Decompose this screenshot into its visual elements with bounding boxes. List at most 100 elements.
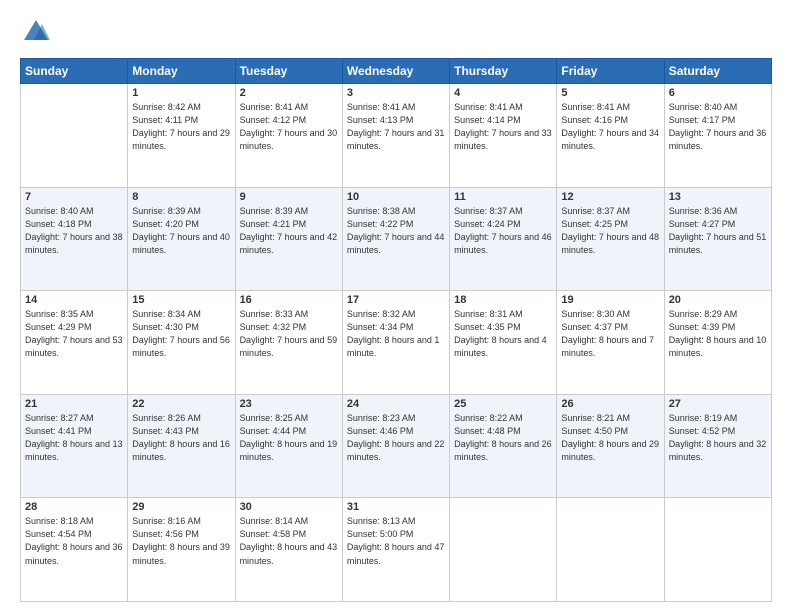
calendar-table: SundayMondayTuesdayWednesdayThursdayFrid…	[20, 58, 772, 602]
calendar-cell: 2 Sunrise: 8:41 AMSunset: 4:12 PMDaylight…	[235, 84, 342, 188]
day-info: Sunrise: 8:37 AMSunset: 4:25 PMDaylight:…	[561, 205, 659, 257]
calendar-cell: 11 Sunrise: 8:37 AMSunset: 4:24 PMDayligh…	[450, 187, 557, 291]
day-number: 3	[347, 87, 445, 99]
calendar-cell: 16 Sunrise: 8:33 AMSunset: 4:32 PMDayligh…	[235, 291, 342, 395]
header	[20, 16, 772, 48]
day-number: 12	[561, 191, 659, 203]
calendar-week-row: 14Sunrise: 8:35 AMSunset: 4:29 PMDayligh…	[21, 291, 772, 395]
calendar-cell: 6 Sunrise: 8:40 AMSunset: 4:17 PMDaylight…	[664, 84, 771, 188]
weekday-header: Tuesday	[235, 59, 342, 84]
day-info: Sunrise: 8:21 AMSunset: 4:50 PMDaylight:…	[561, 412, 659, 464]
day-number: 4	[454, 87, 552, 99]
day-number: 13	[669, 191, 767, 203]
day-info: Sunrise: 8:39 AMSunset: 4:21 PMDaylight:…	[240, 205, 338, 257]
calendar-week-row: 1Sunrise: 8:42 AMSunset: 4:11 PMDaylight…	[21, 84, 772, 188]
day-info: Sunrise: 8:38 AMSunset: 4:22 PMDaylight:…	[347, 205, 445, 257]
day-number: 22	[132, 398, 230, 410]
calendar-cell: 1Sunrise: 8:42 AMSunset: 4:11 PMDaylight…	[128, 84, 235, 188]
calendar-cell	[21, 84, 128, 188]
day-info: Sunrise: 8:29 AMSunset: 4:39 PMDaylight:…	[669, 308, 767, 360]
day-info: Sunrise: 8:22 AMSunset: 4:48 PMDaylight:…	[454, 412, 552, 464]
day-info: Sunrise: 8:34 AMSunset: 4:30 PMDaylight:…	[132, 308, 230, 360]
calendar-cell: 12 Sunrise: 8:37 AMSunset: 4:25 PMDayligh…	[557, 187, 664, 291]
calendar-cell: 13Sunrise: 8:36 AMSunset: 4:27 PMDayligh…	[664, 187, 771, 291]
day-number: 21	[25, 398, 123, 410]
weekday-header: Sunday	[21, 59, 128, 84]
day-number: 2	[240, 87, 338, 99]
calendar-cell: 9 Sunrise: 8:39 AMSunset: 4:21 PMDaylight…	[235, 187, 342, 291]
logo	[20, 16, 56, 48]
calendar-cell: 7Sunrise: 8:40 AMSunset: 4:18 PMDaylight…	[21, 187, 128, 291]
day-number: 16	[240, 294, 338, 306]
calendar-cell: 24 Sunrise: 8:23 AMSunset: 4:46 PMDayligh…	[342, 394, 449, 498]
day-number: 7	[25, 191, 123, 203]
calendar-cell: 18 Sunrise: 8:31 AMSunset: 4:35 PMDayligh…	[450, 291, 557, 395]
calendar-cell: 22 Sunrise: 8:26 AMSunset: 4:43 PMDayligh…	[128, 394, 235, 498]
day-info: Sunrise: 8:41 AMSunset: 4:16 PMDaylight:…	[561, 101, 659, 153]
day-number: 30	[240, 501, 338, 513]
calendar-cell: 4 Sunrise: 8:41 AMSunset: 4:14 PMDaylight…	[450, 84, 557, 188]
calendar-cell	[557, 498, 664, 602]
calendar-cell: 19 Sunrise: 8:30 AMSunset: 4:37 PMDayligh…	[557, 291, 664, 395]
day-info: Sunrise: 8:23 AMSunset: 4:46 PMDaylight:…	[347, 412, 445, 464]
calendar-cell: 28 Sunrise: 8:18 AMSunset: 4:54 PMDayligh…	[21, 498, 128, 602]
day-number: 10	[347, 191, 445, 203]
day-info: Sunrise: 8:18 AMSunset: 4:54 PMDaylight:…	[25, 515, 123, 567]
day-info: Sunrise: 8:16 AMSunset: 4:56 PMDaylight:…	[132, 515, 230, 567]
day-number: 24	[347, 398, 445, 410]
calendar-cell: 23 Sunrise: 8:25 AMSunset: 4:44 PMDayligh…	[235, 394, 342, 498]
day-info: Sunrise: 8:33 AMSunset: 4:32 PMDaylight:…	[240, 308, 338, 360]
day-number: 26	[561, 398, 659, 410]
day-info: Sunrise: 8:41 AMSunset: 4:14 PMDaylight:…	[454, 101, 552, 153]
calendar-cell: 31 Sunrise: 8:13 AMSunset: 5:00 PMDayligh…	[342, 498, 449, 602]
day-number: 11	[454, 191, 552, 203]
day-info: Sunrise: 8:31 AMSunset: 4:35 PMDaylight:…	[454, 308, 552, 360]
weekday-header: Monday	[128, 59, 235, 84]
logo-icon	[20, 16, 52, 48]
calendar-cell: 17 Sunrise: 8:32 AMSunset: 4:34 PMDayligh…	[342, 291, 449, 395]
day-info: Sunrise: 8:30 AMSunset: 4:37 PMDaylight:…	[561, 308, 659, 360]
page: SundayMondayTuesdayWednesdayThursdayFrid…	[0, 0, 792, 612]
day-number: 8	[132, 191, 230, 203]
day-info: Sunrise: 8:32 AMSunset: 4:34 PMDaylight:…	[347, 308, 445, 360]
day-number: 31	[347, 501, 445, 513]
day-info: Sunrise: 8:39 AMSunset: 4:20 PMDaylight:…	[132, 205, 230, 257]
day-info: Sunrise: 8:42 AMSunset: 4:11 PMDaylight:…	[132, 101, 230, 153]
calendar-cell: 26 Sunrise: 8:21 AMSunset: 4:50 PMDayligh…	[557, 394, 664, 498]
day-number: 29	[132, 501, 230, 513]
day-info: Sunrise: 8:26 AMSunset: 4:43 PMDaylight:…	[132, 412, 230, 464]
calendar-week-row: 7Sunrise: 8:40 AMSunset: 4:18 PMDaylight…	[21, 187, 772, 291]
day-number: 9	[240, 191, 338, 203]
day-info: Sunrise: 8:25 AMSunset: 4:44 PMDaylight:…	[240, 412, 338, 464]
day-info: Sunrise: 8:13 AMSunset: 5:00 PMDaylight:…	[347, 515, 445, 567]
calendar-cell: 8 Sunrise: 8:39 AMSunset: 4:20 PMDaylight…	[128, 187, 235, 291]
day-number: 27	[669, 398, 767, 410]
calendar-cell	[450, 498, 557, 602]
calendar-cell: 15Sunrise: 8:34 AMSunset: 4:30 PMDayligh…	[128, 291, 235, 395]
day-number: 6	[669, 87, 767, 99]
calendar-cell: 25Sunrise: 8:22 AMSunset: 4:48 PMDayligh…	[450, 394, 557, 498]
day-number: 14	[25, 294, 123, 306]
weekday-header: Friday	[557, 59, 664, 84]
calendar-cell: 10 Sunrise: 8:38 AMSunset: 4:22 PMDayligh…	[342, 187, 449, 291]
day-info: Sunrise: 8:41 AMSunset: 4:13 PMDaylight:…	[347, 101, 445, 153]
day-number: 17	[347, 294, 445, 306]
day-number: 28	[25, 501, 123, 513]
calendar-cell	[664, 498, 771, 602]
day-number: 20	[669, 294, 767, 306]
day-info: Sunrise: 8:40 AMSunset: 4:17 PMDaylight:…	[669, 101, 767, 153]
calendar-cell: 3 Sunrise: 8:41 AMSunset: 4:13 PMDaylight…	[342, 84, 449, 188]
day-number: 5	[561, 87, 659, 99]
day-number: 23	[240, 398, 338, 410]
day-number: 18	[454, 294, 552, 306]
calendar-cell: 21Sunrise: 8:27 AMSunset: 4:41 PMDayligh…	[21, 394, 128, 498]
calendar-cell: 14Sunrise: 8:35 AMSunset: 4:29 PMDayligh…	[21, 291, 128, 395]
day-info: Sunrise: 8:37 AMSunset: 4:24 PMDaylight:…	[454, 205, 552, 257]
calendar-week-row: 28 Sunrise: 8:18 AMSunset: 4:54 PMDayligh…	[21, 498, 772, 602]
calendar-cell: 29 Sunrise: 8:16 AMSunset: 4:56 PMDayligh…	[128, 498, 235, 602]
day-info: Sunrise: 8:41 AMSunset: 4:12 PMDaylight:…	[240, 101, 338, 153]
weekday-header: Saturday	[664, 59, 771, 84]
weekday-header: Thursday	[450, 59, 557, 84]
day-number: 19	[561, 294, 659, 306]
calendar-week-row: 21Sunrise: 8:27 AMSunset: 4:41 PMDayligh…	[21, 394, 772, 498]
